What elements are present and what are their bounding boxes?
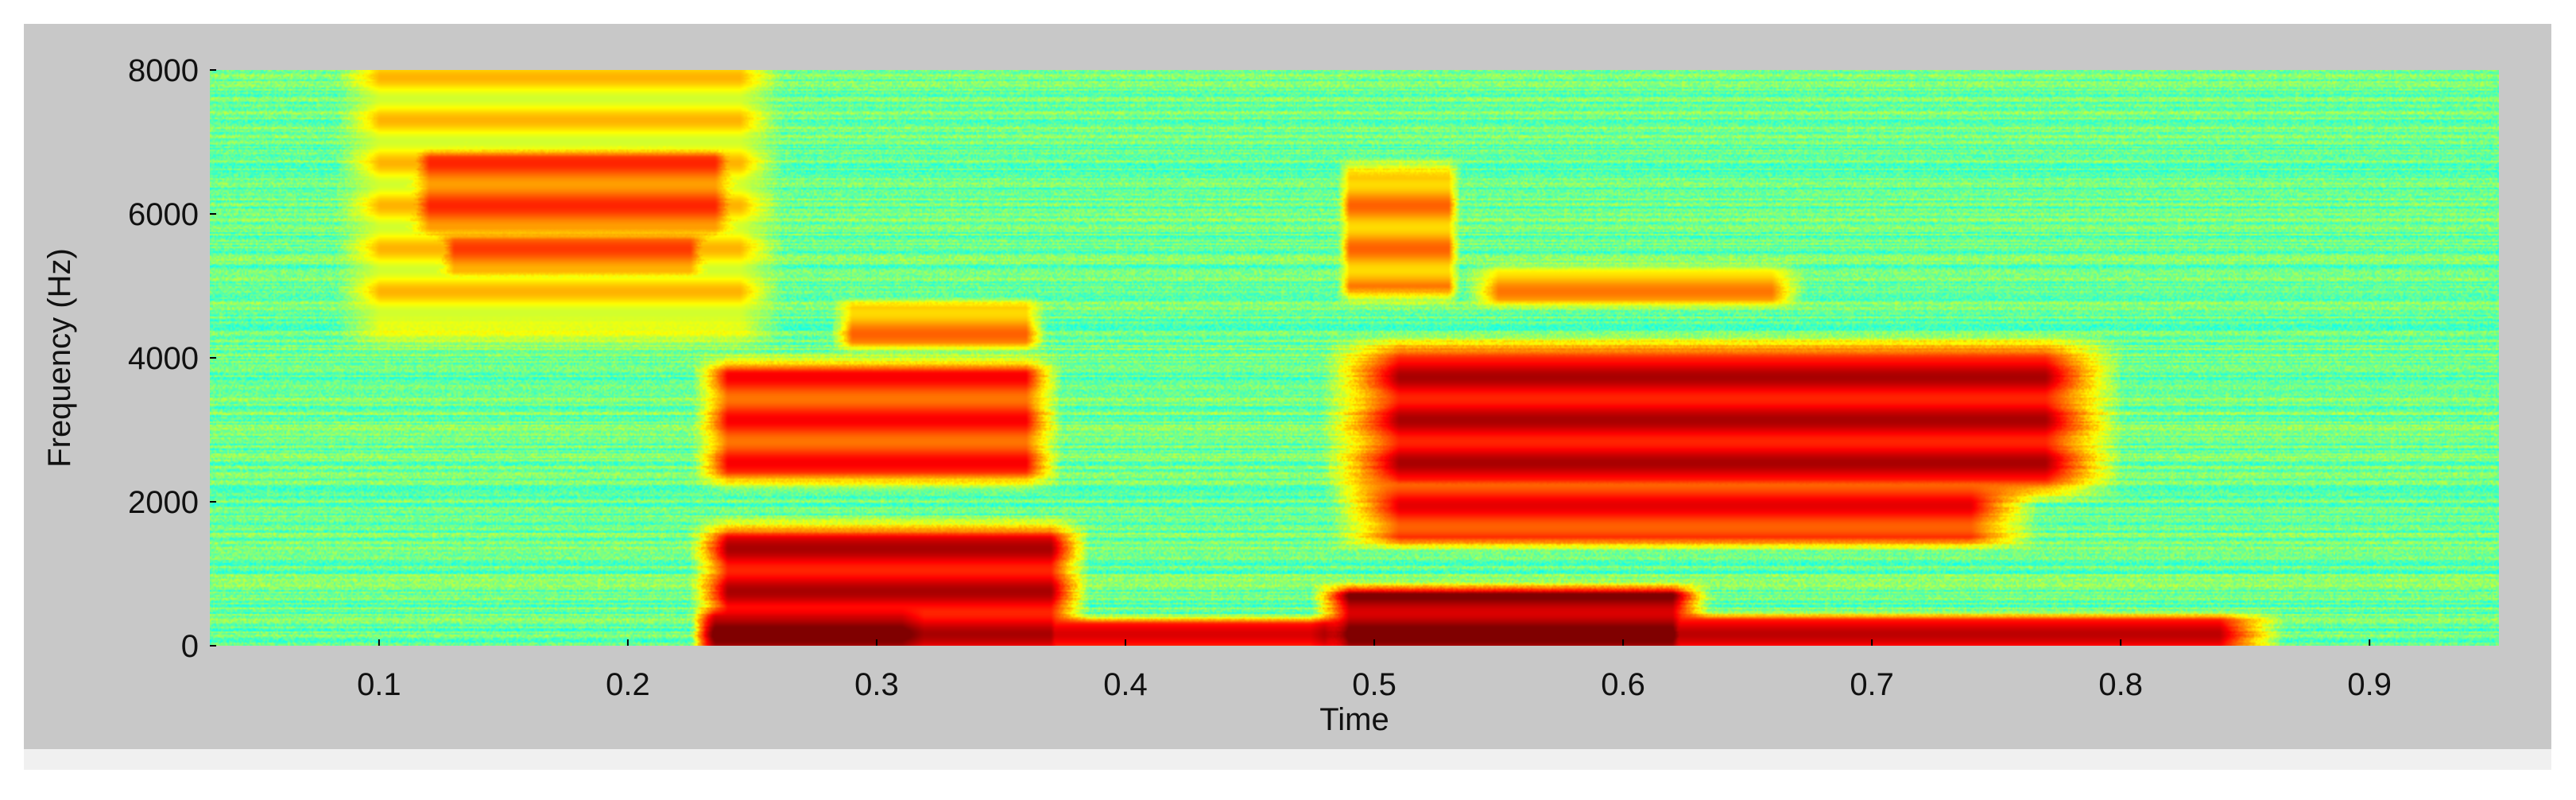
- y-tick-label: 0: [181, 629, 199, 664]
- figure-bottom-strip: [24, 749, 2551, 770]
- y-tick-label: 4000: [128, 341, 199, 376]
- y-tick-label: 6000: [128, 197, 199, 232]
- x-tick-label: 0.3: [854, 667, 899, 702]
- y-axis-title: Frequency (Hz): [42, 248, 77, 468]
- x-tick-label: 0.1: [357, 667, 401, 702]
- x-tick-label: 0.4: [1103, 667, 1148, 702]
- x-tick-label: 0.9: [2347, 667, 2392, 702]
- x-axis-title: Time: [1319, 702, 1389, 737]
- spectrogram-image: [210, 70, 2499, 646]
- x-axis-ticks: 0.1 0.2 0.3 0.4 0.5 0.6 0.7 0.8 0.9: [357, 639, 2392, 702]
- figure-panel: 0.1 0.2 0.3 0.4 0.5 0.6 0.7 0.8 0.9 0 2000 4000 600…: [24, 24, 2551, 749]
- y-axis-ticks: 0 2000 4000 6000 8000: [128, 53, 216, 664]
- plot-area: [210, 70, 2499, 646]
- x-tick-label: 0.6: [1601, 667, 1645, 702]
- x-tick-label: 0.8: [2098, 667, 2143, 702]
- x-tick-label: 0.2: [606, 667, 650, 702]
- spectrogram-chart: 0.1 0.2 0.3 0.4 0.5 0.6 0.7 0.8 0.9 0 2000 4000 600…: [42, 53, 2499, 737]
- y-tick-label: 2000: [128, 485, 199, 520]
- x-tick-label: 0.7: [1850, 667, 1894, 702]
- x-tick-label: 0.5: [1352, 667, 1396, 702]
- y-tick-label: 8000: [128, 53, 199, 88]
